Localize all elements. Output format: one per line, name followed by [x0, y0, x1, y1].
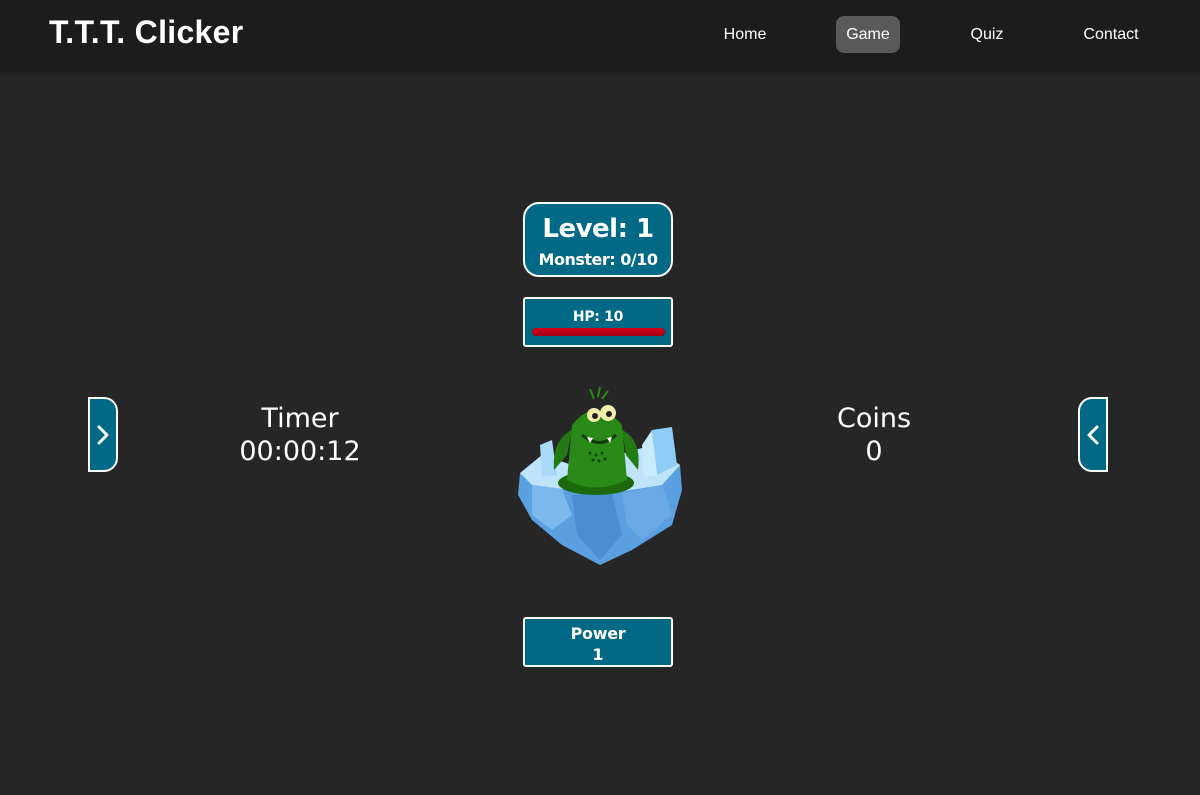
power-panel[interactable]: Power 1: [523, 617, 673, 667]
chevron-left-icon: [1087, 425, 1099, 444]
coins-label: Coins: [836, 403, 912, 434]
nav-contact[interactable]: Contact: [1072, 16, 1150, 53]
navbar: T.T.T. Clicker Home Game Quiz Contact: [0, 0, 1200, 72]
level-panel: Level: 1 Monster: 0/10: [523, 202, 673, 277]
brand-title[interactable]: T.T.T. Clicker: [49, 14, 244, 51]
hp-bar: [532, 328, 665, 336]
nav-home[interactable]: Home: [713, 16, 777, 53]
hp-label: HP: 10: [572, 309, 624, 325]
nav-quiz[interactable]: Quiz: [955, 16, 1019, 53]
power-value: 1: [592, 645, 604, 664]
monster-progress: Monster: 0/10: [538, 250, 658, 269]
power-label: Power: [570, 624, 626, 643]
coins-value: 0: [865, 436, 883, 467]
hp-bar-fill: [532, 328, 665, 336]
hp-panel: HP: 10: [523, 297, 673, 347]
right-drawer-button[interactable]: [1078, 397, 1108, 472]
timer-value: 00:00:12: [239, 436, 361, 467]
monster-icon[interactable]: [512, 385, 688, 570]
timer-label: Timer: [261, 403, 339, 434]
nav-game[interactable]: Game: [836, 16, 900, 53]
coins-display: Coins 0: [774, 403, 974, 467]
chevron-right-icon: [97, 425, 109, 444]
timer-display: Timer 00:00:12: [200, 403, 400, 467]
left-drawer-button[interactable]: [88, 397, 118, 472]
level-label: Level: 1: [542, 214, 654, 244]
